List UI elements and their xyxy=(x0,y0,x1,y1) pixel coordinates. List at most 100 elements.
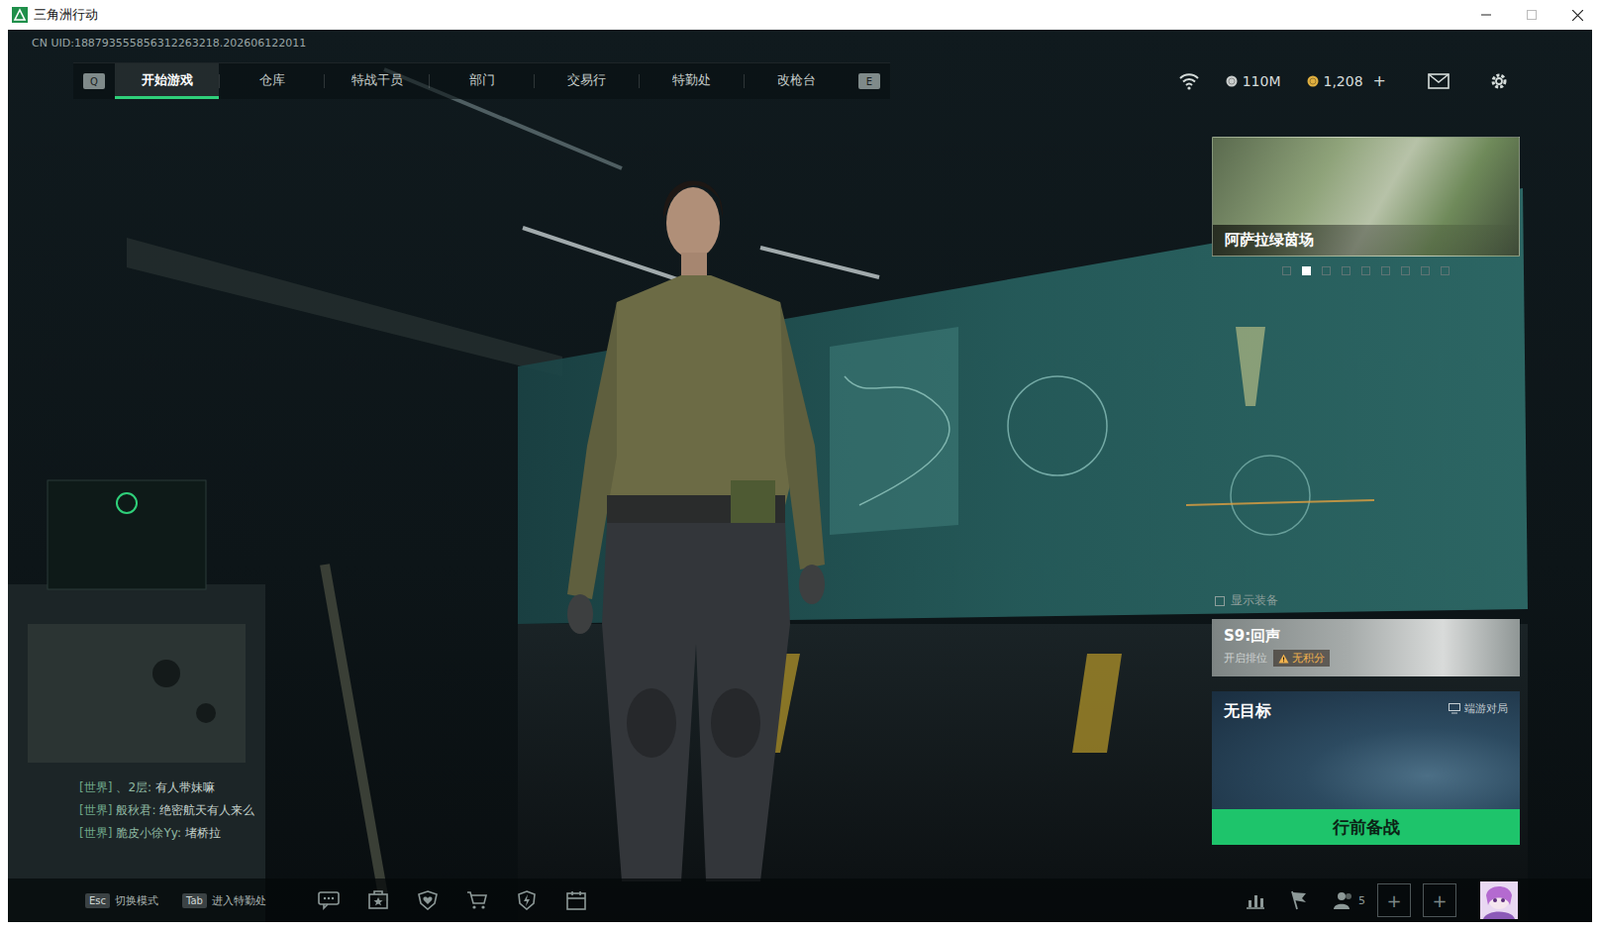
social-area: 5 + + xyxy=(1245,881,1518,919)
prepare-label: 行前备战 xyxy=(1332,815,1400,839)
add-currency-button[interactable]: + xyxy=(1373,71,1387,91)
gear-icon[interactable] xyxy=(1489,71,1509,92)
show-gear-toggle[interactable]: 显示装备 xyxy=(1211,592,1520,609)
season-badge: 无积分 xyxy=(1273,649,1330,667)
warning-icon xyxy=(1278,653,1290,664)
nav-tab[interactable]: 交易行 xyxy=(534,63,639,100)
chat-channel: [世界] xyxy=(79,825,112,840)
mode-header: 无目标端游对局 xyxy=(1211,691,1520,809)
tab-label: 部门 xyxy=(469,71,496,90)
nav-tab[interactable]: 开始游戏 xyxy=(114,63,219,100)
app-root: 三角洲行动 CN UID:188793555856312263218.202606… xyxy=(0,0,1600,930)
tab-label: 特战干员 xyxy=(351,71,403,90)
chat-text: 堵桥拉 xyxy=(185,825,221,840)
mode-title: 无目标 xyxy=(1223,700,1272,722)
team-slot[interactable]: + xyxy=(1377,883,1411,917)
page-dot[interactable] xyxy=(1400,266,1410,276)
tab-label: 改枪台 xyxy=(777,71,816,90)
currency-amount: 110M xyxy=(1242,73,1282,90)
cart-icon[interactable] xyxy=(466,890,489,910)
season-card[interactable]: S9:回声开启排位 无积分 xyxy=(1211,618,1520,677)
coin-icon xyxy=(1225,75,1238,88)
nav-tab[interactable]: 特勤处 xyxy=(639,63,744,100)
page-dot[interactable] xyxy=(1321,266,1331,276)
minimize-icon[interactable] xyxy=(1463,0,1509,30)
key-hint[interactable]: Esc 切换模式 xyxy=(85,893,159,908)
shield-bolt-icon[interactable] xyxy=(515,890,538,910)
tab-label: 仓库 xyxy=(259,71,286,90)
key-cap: Esc xyxy=(85,893,110,908)
tab-label: 开始游戏 xyxy=(141,71,194,90)
currency-amount: 1,208 xyxy=(1323,73,1364,90)
title-bar: 三角洲行动 xyxy=(0,0,1600,30)
monitor-icon xyxy=(1448,702,1461,714)
badge-text: 无积分 xyxy=(1292,650,1325,666)
nav-tab[interactable]: 仓库 xyxy=(219,63,324,100)
tab-separator xyxy=(218,74,220,89)
key-hint[interactable]: Tab进入特勤处 xyxy=(182,893,267,908)
calendar-icon[interactable] xyxy=(565,890,588,910)
season-subtitle: 开启排位 xyxy=(1223,650,1268,666)
coin-icon xyxy=(1306,75,1319,88)
currency: 110M xyxy=(1225,73,1282,90)
chat-sender: 般秋君: xyxy=(115,802,156,817)
currency: 1,208 xyxy=(1306,73,1364,90)
nav-tab[interactable]: 部门 xyxy=(429,63,534,100)
badge-icon[interactable] xyxy=(367,890,390,910)
tab-separator xyxy=(533,74,535,89)
checkbox[interactable] xyxy=(1214,596,1225,606)
banner-pagination xyxy=(1211,266,1520,276)
page-dot[interactable] xyxy=(1420,266,1430,276)
season-sub: 开启排位 无积分 xyxy=(1223,649,1508,667)
tab-separator xyxy=(323,74,325,89)
season-title: S9:回声 xyxy=(1223,626,1508,646)
chat-sender: 脆皮小徐Yy: xyxy=(115,825,182,840)
mode-card[interactable]: 无目标端游对局行前备战 xyxy=(1211,691,1520,845)
page-dot[interactable] xyxy=(1361,266,1371,276)
middle-area: [世界]、2层:有人带妹嘛[世界]般秋君:绝密航天有人来么[世界]脆皮小徐Yy:… xyxy=(7,99,1593,879)
friends-icon xyxy=(1332,890,1355,910)
chat-panel: [世界]、2层:有人带妹嘛[世界]般秋君:绝密航天有人来么[世界]脆皮小徐Yy:… xyxy=(7,99,1212,879)
flag-icon[interactable] xyxy=(1289,890,1309,910)
tab-separator xyxy=(428,74,430,89)
page-dot[interactable] xyxy=(1341,266,1351,276)
window-title: 三角洲行动 xyxy=(33,5,99,24)
chat-message: [世界]般秋君:绝密航天有人来么 xyxy=(79,799,1212,822)
page-dot[interactable] xyxy=(1301,266,1311,276)
event-banner[interactable]: 阿萨拉绿茵场 xyxy=(1211,136,1520,257)
friends-button[interactable]: 5 xyxy=(1332,890,1366,910)
checkbox-label: 显示装备 xyxy=(1230,592,1279,609)
nav-tab[interactable]: 改枪台 xyxy=(744,63,849,100)
page-dot[interactable] xyxy=(1440,266,1450,276)
page-dot[interactable] xyxy=(1282,266,1292,276)
mail-icon[interactable] xyxy=(1427,73,1450,90)
close-icon[interactable] xyxy=(1554,0,1600,30)
tab-separator xyxy=(743,74,745,89)
main-nav: Q 开始游戏 仓库 特战干员 部门 交易行 特勤处 改枪台 E xyxy=(73,62,891,100)
heart-shield-icon[interactable] xyxy=(416,890,439,910)
tab-label: 特勤处 xyxy=(672,71,711,90)
maximize-icon[interactable] xyxy=(1508,0,1555,30)
team-slot[interactable]: + xyxy=(1422,883,1457,917)
game-viewport: CN UID:188793555856312263218.20260612201… xyxy=(7,29,1593,922)
nav-tab[interactable]: 特战干员 xyxy=(324,63,429,100)
key-label: 切换模式 xyxy=(114,893,159,908)
page-dot[interactable] xyxy=(1381,266,1391,276)
chat-channel: [世界] xyxy=(79,780,112,795)
chat-text: 有人带妹嘛 xyxy=(155,780,215,795)
window-controls xyxy=(1463,0,1600,30)
avatar-icon[interactable] xyxy=(1480,881,1518,919)
chat-icon[interactable] xyxy=(317,890,340,910)
quick-icons xyxy=(317,890,588,910)
chat-sender: 、2层: xyxy=(115,780,152,795)
prev-tab-key[interactable]: Q xyxy=(83,73,105,90)
stats-icon[interactable] xyxy=(1245,891,1266,909)
prepare-button[interactable]: 行前备战 xyxy=(1211,808,1520,845)
next-tab-key[interactable]: E xyxy=(858,73,881,90)
lobby-ui: CN UID:188793555856312263218.20260612201… xyxy=(7,29,1593,922)
uid-label: CN UID:188793555856312263218.20260612201… xyxy=(7,29,1593,53)
chat-message: [世界]脆皮小徐Yy:堵桥拉 xyxy=(79,821,1212,845)
top-bar: Q 开始游戏 仓库 特战干员 部门 交易行 特勤处 改枪台 E 110M 1,208 + xyxy=(7,62,1593,100)
friends-count: 5 xyxy=(1358,894,1366,907)
chat-message: [世界]、2层:有人带妹嘛 xyxy=(79,776,1212,800)
